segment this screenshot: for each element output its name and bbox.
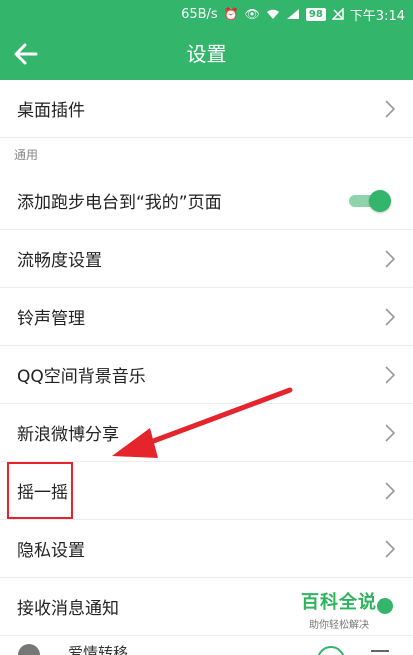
row-smoothness[interactable]: 流畅度设置 <box>0 230 413 288</box>
chevron-right-icon <box>385 540 395 558</box>
row-label: 流畅度设置 <box>17 251 102 271</box>
app-bar: 设置 <box>0 28 413 80</box>
mini-player[interactable]: 爱情转移 <box>0 640 413 655</box>
run-station-toggle[interactable] <box>349 190 391 212</box>
watermark: 百科全说 助你轻松解决 <box>301 588 377 631</box>
chevron-right-icon <box>385 250 395 268</box>
row-ringtone[interactable]: 铃声管理 <box>0 288 413 346</box>
watermark-title: 百科全说 <box>301 592 377 613</box>
row-privacy[interactable]: 隐私设置 <box>0 520 413 578</box>
chevron-right-icon <box>385 424 395 442</box>
clock: 下午3:14 <box>349 8 405 24</box>
wifi-icon <box>266 9 279 19</box>
toggle-knob <box>369 190 391 212</box>
page-title: 设置 <box>186 42 227 66</box>
back-arrow-icon[interactable] <box>12 40 40 68</box>
notification-toggle-knob[interactable] <box>377 598 393 614</box>
chevron-right-icon <box>385 308 395 326</box>
chevron-right-icon <box>385 482 395 500</box>
row-label: 添加跑步电台到“我的”页面 <box>17 193 222 213</box>
alarm-icon: ⏰ <box>223 7 239 21</box>
row-label: 隐私设置 <box>17 541 85 561</box>
section-general: 通用 <box>14 148 39 162</box>
network-speed: 65B/s <box>181 6 218 22</box>
playlist-icon[interactable] <box>371 650 389 652</box>
album-avatar <box>18 644 40 655</box>
play-button-icon[interactable] <box>317 646 345 655</box>
row-weibo-share[interactable]: 新浪微博分享 <box>0 404 413 462</box>
watermark-subtitle: 助你轻松解决 <box>309 620 369 631</box>
eye-icon: 👁 <box>244 7 260 21</box>
row-label: QQ空间背景音乐 <box>17 367 146 387</box>
row-label: 铃声管理 <box>17 309 85 329</box>
row-label: 新浪微博分享 <box>17 425 119 445</box>
row-label: 桌面插件 <box>17 101 85 121</box>
row-desktop-widget[interactable]: 桌面插件 <box>0 80 413 138</box>
row-qzone-music[interactable]: QQ空间背景音乐 <box>0 346 413 404</box>
mini-player-song: 爱情转移 <box>68 644 129 655</box>
annotation-highlight-box <box>7 462 73 519</box>
signal-icon <box>286 9 299 19</box>
status-bar: 65B/s ⏰ 👁 98 下午3:14 <box>0 0 413 28</box>
no-sim-icon <box>331 8 344 20</box>
row-run-station[interactable]: 添加跑步电台到“我的”页面 <box>0 172 413 230</box>
battery-icon: 98 <box>305 7 326 21</box>
chevron-right-icon <box>385 100 395 118</box>
row-label: 接收消息通知 <box>17 599 119 619</box>
chevron-right-icon <box>385 366 395 384</box>
